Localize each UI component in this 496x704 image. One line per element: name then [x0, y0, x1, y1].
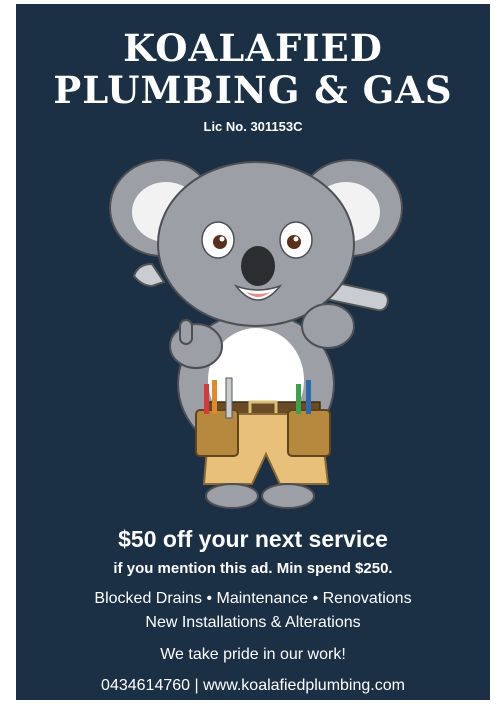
services-line-1: Blocked Drains • Maintenance • Renovatio… — [94, 590, 412, 607]
koala-mascot-icon — [109, 159, 403, 509]
offer-terms: if you mention this ad. Min spend $250. — [113, 560, 393, 577]
advertisement: KOALAFIED PLUMBING & GAS Lic No. 301153C — [16, 4, 490, 700]
services-line-2: New Installations & Alterations — [145, 614, 361, 631]
tagline: We take pride in our work! — [160, 646, 346, 663]
business-name-line1: KOALAFIED — [123, 26, 383, 70]
offer-headline: $50 off your next service — [118, 526, 388, 552]
business-name-line2: PLUMBING & GAS — [53, 68, 453, 112]
contact-info: 0434614760 | www.koalafiedplumbing.com — [101, 677, 405, 694]
license-number: Lic No. 301153C — [203, 119, 303, 134]
